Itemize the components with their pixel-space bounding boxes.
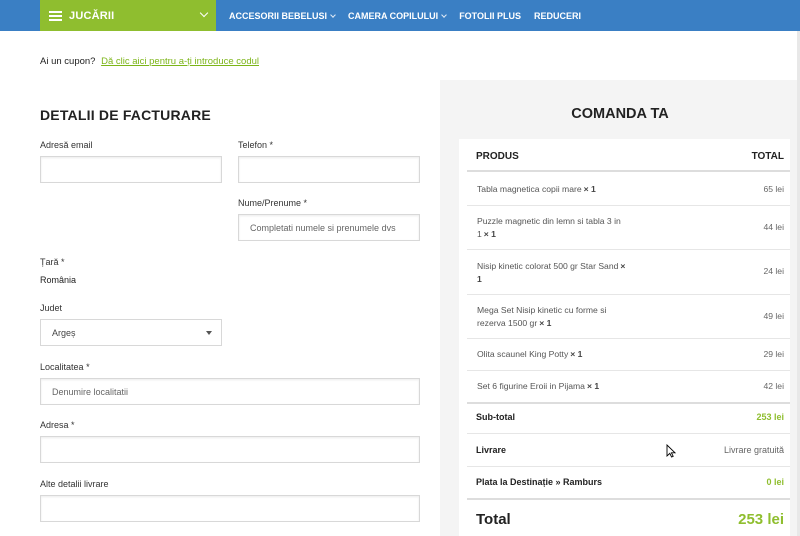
table-divider [467,170,790,172]
row-divider [467,294,790,295]
row-divider [467,338,790,339]
order-item-name: Puzzle magnetic din lemn si tabla 3 in 1… [477,216,621,239]
order-item-name: Nisip kinetic colorat 500 gr Star Sand × … [477,261,626,284]
row-divider [467,205,790,206]
main-menu: ACCESORII BEBELUSI CAMERA COPILULUI FOTO… [229,0,594,31]
order-item-price: 65 lei [763,184,784,194]
phone-label: Telefon * [238,140,274,150]
chevron-down-icon [441,11,448,18]
subtotal-label: Sub-total [476,412,515,422]
address-field[interactable] [40,436,420,463]
other-details-label: Alte detalii livrare [40,479,109,489]
chevron-down-icon [330,11,336,18]
subtotal-value: 253 lei [756,412,784,422]
order-item-name: Set 6 figurine Eroii in Pijama × 1 [477,381,600,391]
column-header-product: PRODUS [476,151,519,162]
hamburger-icon [49,10,62,21]
coupon-link[interactable]: Dă clic aici pentru a-ți introduce codul [101,56,259,67]
order-item-name: Mega Set Nisip kinetic cu forme si rezer… [477,305,607,328]
billing-title: DETALII DE FACTURARE [40,107,211,123]
column-header-total: TOTAL [751,151,784,162]
menu-item-label: ACCESORII BEBELUSI [229,10,328,21]
name-label: Nume/Prenume * [238,198,308,208]
order-item-price: 44 lei [763,222,784,232]
coupon-notice: Ai un cupon? Dă clic aici pentru a-ți in… [40,56,259,67]
row-divider [467,370,790,371]
order-item-name: Tabla magnetica copii mare × 1 [477,184,596,194]
chevron-down-icon [199,8,209,18]
order-item-name: Olita scaunel King Potty × 1 [477,349,583,359]
menu-item-fotolii-plus[interactable]: FOTOLII PLUS [459,11,521,21]
name-field[interactable] [238,214,420,241]
row-divider [467,466,790,467]
menu-item-label: FOTOLII PLUS [459,10,522,21]
phone-field[interactable] [238,156,420,183]
menu-item-label: REDUCERI [534,10,582,21]
country-label: Țară * [40,257,65,267]
row-divider [467,249,790,250]
mouse-cursor-icon [666,444,676,458]
order-item-price: 42 lei [763,381,784,391]
menu-item-camera-copilului[interactable]: CAMERA COPILULUI [348,10,448,21]
shipping-label: Livrare [476,445,507,455]
county-select[interactable]: Argeș [40,319,222,346]
order-item-price: 24 lei [763,266,784,276]
order-item-price: 29 lei [763,349,784,359]
table-divider [467,498,790,500]
email-field[interactable] [40,156,222,183]
other-details-field[interactable] [40,495,420,522]
city-field[interactable] [40,378,420,405]
payment-method-value: 0 lei [766,477,784,487]
table-divider [467,402,790,404]
menu-item-reduceri[interactable]: REDUCERI [534,11,581,21]
payment-method-label: Plata la Destinație » Ramburs [476,477,603,487]
shipping-value: Livrare gratuită [723,445,784,455]
row-divider [467,433,790,434]
order-item-price: 49 lei [763,311,784,321]
total-value: 253 lei [738,511,784,528]
address-label: Adresa * [40,420,75,430]
email-label: Adresă email [40,140,93,150]
top-navigation-bar: JUCĂRII ACCESORII BEBELUSI CAMERA COPILU… [0,0,800,31]
city-label: Localitatea * [40,362,90,372]
order-title: COMANDA TA [571,106,669,122]
category-menu-button[interactable]: JUCĂRII [40,0,216,31]
menu-item-accesorii-bebelusi[interactable]: ACCESORII BEBELUSI [229,10,336,21]
menu-item-label: CAMERA COPILULUI [348,10,439,21]
caret-down-icon [206,331,212,335]
county-selected-value: Argeș [52,327,76,338]
total-label: Total [476,511,511,528]
category-menu-label: JUCĂRII [69,9,115,22]
county-label: Judet [40,303,63,313]
country-value: România [40,275,77,285]
coupon-question: Ai un cupon? [40,56,96,67]
